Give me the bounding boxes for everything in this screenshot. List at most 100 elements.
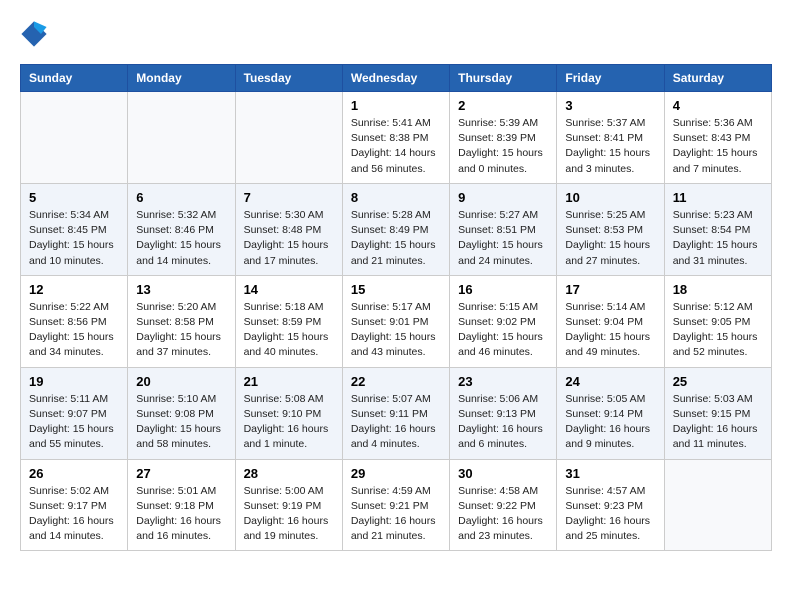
calendar-cell: 6 Sunrise: 5:32 AM Sunset: 8:46 PM Daylig… [128,183,235,275]
day-number: 29 [351,466,441,481]
day-number: 10 [565,190,655,205]
day-header-friday: Friday [557,65,664,92]
calendar-cell: 21 Sunrise: 5:08 AM Sunset: 9:10 PM Dayli… [235,367,342,459]
day-header-tuesday: Tuesday [235,65,342,92]
day-number: 3 [565,98,655,113]
day-info: Sunrise: 5:02 AM Sunset: 9:17 PM Dayligh… [29,484,119,545]
day-number: 12 [29,282,119,297]
day-number: 8 [351,190,441,205]
day-info: Sunrise: 5:36 AM Sunset: 8:43 PM Dayligh… [673,116,763,177]
calendar-header: SundayMondayTuesdayWednesdayThursdayFrid… [21,65,772,92]
day-header-sunday: Sunday [21,65,128,92]
day-header-monday: Monday [128,65,235,92]
day-info: Sunrise: 5:12 AM Sunset: 9:05 PM Dayligh… [673,300,763,361]
day-number: 14 [244,282,334,297]
calendar-cell: 20 Sunrise: 5:10 AM Sunset: 9:08 PM Dayli… [128,367,235,459]
calendar-cell: 27 Sunrise: 5:01 AM Sunset: 9:18 PM Dayli… [128,459,235,551]
day-number: 20 [136,374,226,389]
calendar-week-5: 26Sunrise: 5:02 AM Sunset: 9:17 PM Dayli… [21,459,772,551]
calendar-cell: 29Sunrise: 4:59 AM Sunset: 9:21 PM Dayli… [342,459,449,551]
day-number: 17 [565,282,655,297]
day-info: Sunrise: 5:18 AM Sunset: 8:59 PM Dayligh… [244,300,334,361]
calendar-table: SundayMondayTuesdayWednesdayThursdayFrid… [20,64,772,551]
day-number: 27 [136,466,226,481]
day-number: 1 [351,98,441,113]
day-info: Sunrise: 5:37 AM Sunset: 8:41 PM Dayligh… [565,116,655,177]
calendar-cell [235,92,342,184]
day-number: 24 [565,374,655,389]
day-info: Sunrise: 5:25 AM Sunset: 8:53 PM Dayligh… [565,208,655,269]
calendar-cell: 26Sunrise: 5:02 AM Sunset: 9:17 PM Dayli… [21,459,128,551]
day-info: Sunrise: 5:22 AM Sunset: 8:56 PM Dayligh… [29,300,119,361]
calendar-cell: 18 Sunrise: 5:12 AM Sunset: 9:05 PM Dayli… [664,275,771,367]
calendar-week-2: 5 Sunrise: 5:34 AM Sunset: 8:45 PM Daylig… [21,183,772,275]
logo-icon [20,20,48,48]
calendar-cell: 10 Sunrise: 5:25 AM Sunset: 8:53 PM Dayli… [557,183,664,275]
day-number: 6 [136,190,226,205]
day-number: 15 [351,282,441,297]
day-info: Sunrise: 5:39 AM Sunset: 8:39 PM Dayligh… [458,116,548,177]
day-info: Sunrise: 5:00 AM Sunset: 9:19 PM Dayligh… [244,484,334,545]
day-info: Sunrise: 5:10 AM Sunset: 9:08 PM Dayligh… [136,392,226,453]
day-number: 19 [29,374,119,389]
page-header [20,20,772,48]
day-header-saturday: Saturday [664,65,771,92]
day-info: Sunrise: 5:15 AM Sunset: 9:02 PM Dayligh… [458,300,548,361]
calendar-cell: 15Sunrise: 5:17 AM Sunset: 9:01 PM Dayli… [342,275,449,367]
calendar-cell [21,92,128,184]
day-info: Sunrise: 5:23 AM Sunset: 8:54 PM Dayligh… [673,208,763,269]
day-info: Sunrise: 5:34 AM Sunset: 8:45 PM Dayligh… [29,208,119,269]
day-number: 23 [458,374,548,389]
day-number: 16 [458,282,548,297]
day-info: Sunrise: 5:06 AM Sunset: 9:13 PM Dayligh… [458,392,548,453]
day-info: Sunrise: 5:30 AM Sunset: 8:48 PM Dayligh… [244,208,334,269]
calendar-cell: 2 Sunrise: 5:39 AM Sunset: 8:39 PM Daylig… [450,92,557,184]
calendar-cell: 9 Sunrise: 5:27 AM Sunset: 8:51 PM Daylig… [450,183,557,275]
day-info: Sunrise: 5:05 AM Sunset: 9:14 PM Dayligh… [565,392,655,453]
day-number: 25 [673,374,763,389]
calendar-cell: 7 Sunrise: 5:30 AM Sunset: 8:48 PM Daylig… [235,183,342,275]
day-info: Sunrise: 5:32 AM Sunset: 8:46 PM Dayligh… [136,208,226,269]
day-number: 4 [673,98,763,113]
calendar-cell: 4 Sunrise: 5:36 AM Sunset: 8:43 PM Daylig… [664,92,771,184]
day-info: Sunrise: 5:03 AM Sunset: 9:15 PM Dayligh… [673,392,763,453]
day-info: Sunrise: 5:27 AM Sunset: 8:51 PM Dayligh… [458,208,548,269]
day-info: Sunrise: 5:01 AM Sunset: 9:18 PM Dayligh… [136,484,226,545]
calendar-cell: 8 Sunrise: 5:28 AM Sunset: 8:49 PM Daylig… [342,183,449,275]
day-number: 11 [673,190,763,205]
day-number: 28 [244,466,334,481]
calendar-cell: 22Sunrise: 5:07 AM Sunset: 9:11 PM Dayli… [342,367,449,459]
day-number: 13 [136,282,226,297]
calendar-week-3: 12 Sunrise: 5:22 AM Sunset: 8:56 PM Dayli… [21,275,772,367]
day-header-thursday: Thursday [450,65,557,92]
calendar-cell: 11 Sunrise: 5:23 AM Sunset: 8:54 PM Dayli… [664,183,771,275]
calendar-body: 1 Sunrise: 5:41 AM Sunset: 8:38 PM Daylig… [21,92,772,551]
calendar-cell: 12 Sunrise: 5:22 AM Sunset: 8:56 PM Dayli… [21,275,128,367]
header-row: SundayMondayTuesdayWednesdayThursdayFrid… [21,65,772,92]
day-number: 30 [458,466,548,481]
day-info: Sunrise: 5:08 AM Sunset: 9:10 PM Dayligh… [244,392,334,453]
day-info: Sunrise: 5:28 AM Sunset: 8:49 PM Dayligh… [351,208,441,269]
calendar-cell: 24 Sunrise: 5:05 AM Sunset: 9:14 PM Dayli… [557,367,664,459]
day-header-wednesday: Wednesday [342,65,449,92]
calendar-cell: 13Sunrise: 5:20 AM Sunset: 8:58 PM Dayli… [128,275,235,367]
day-number: 21 [244,374,334,389]
calendar-cell: 5 Sunrise: 5:34 AM Sunset: 8:45 PM Daylig… [21,183,128,275]
day-number: 5 [29,190,119,205]
calendar-cell: 30 Sunrise: 4:58 AM Sunset: 9:22 PM Dayli… [450,459,557,551]
calendar-cell: 3 Sunrise: 5:37 AM Sunset: 8:41 PM Daylig… [557,92,664,184]
day-number: 7 [244,190,334,205]
calendar-cell: 16 Sunrise: 5:15 AM Sunset: 9:02 PM Dayli… [450,275,557,367]
day-info: Sunrise: 4:57 AM Sunset: 9:23 PM Dayligh… [565,484,655,545]
calendar-week-1: 1 Sunrise: 5:41 AM Sunset: 8:38 PM Daylig… [21,92,772,184]
day-info: Sunrise: 4:58 AM Sunset: 9:22 PM Dayligh… [458,484,548,545]
day-number: 9 [458,190,548,205]
day-number: 22 [351,374,441,389]
calendar-cell: 28 Sunrise: 5:00 AM Sunset: 9:19 PM Dayli… [235,459,342,551]
calendar-cell: 14 Sunrise: 5:18 AM Sunset: 8:59 PM Dayli… [235,275,342,367]
calendar-cell: 17Sunrise: 5:14 AM Sunset: 9:04 PM Dayli… [557,275,664,367]
day-number: 18 [673,282,763,297]
calendar-cell: 23 Sunrise: 5:06 AM Sunset: 9:13 PM Dayli… [450,367,557,459]
day-info: Sunrise: 5:41 AM Sunset: 8:38 PM Dayligh… [351,116,441,177]
day-number: 2 [458,98,548,113]
